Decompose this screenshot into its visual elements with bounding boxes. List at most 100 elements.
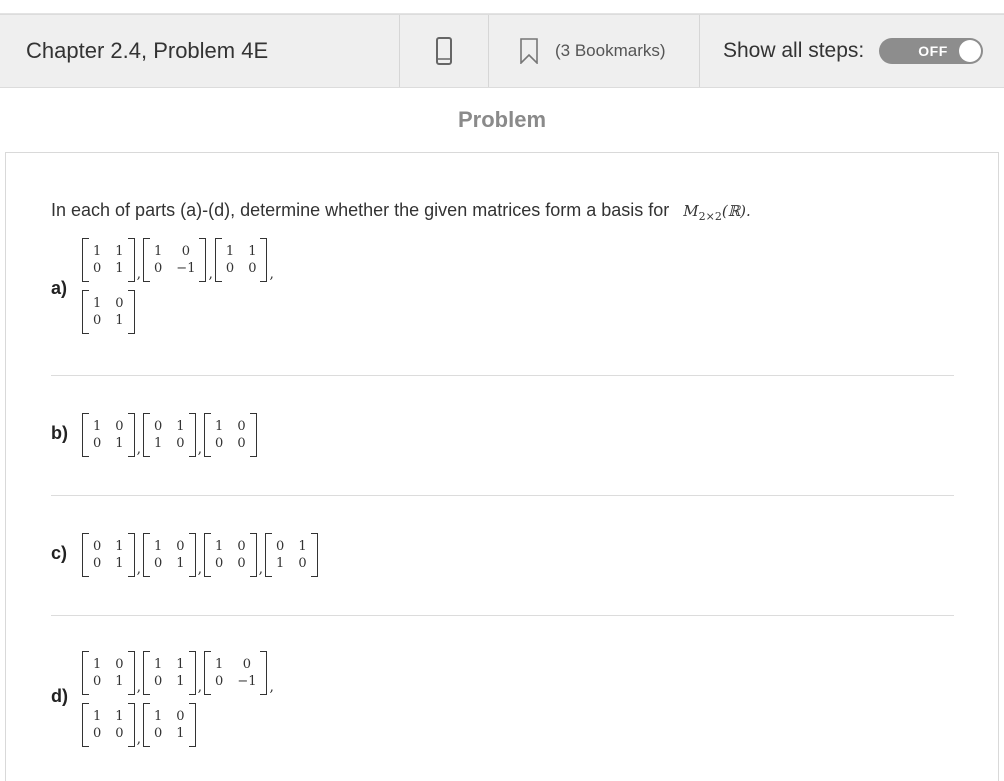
problem-intro-text: In each of parts (a)-(d), determine whet… [51, 200, 670, 220]
matrix-entry: 1 [215, 539, 224, 554]
part-label: a) [51, 278, 68, 298]
matrix-entry: 1 [115, 261, 124, 276]
space-notation: M2×2(ℝ). [683, 202, 751, 223]
bracket-right [188, 533, 196, 577]
comma: , [258, 561, 264, 577]
matrix-entry: 0 [237, 556, 246, 571]
matrix-entries: 0101 [89, 539, 128, 571]
matrix-entry: 0 [93, 556, 102, 571]
matrix: 1000 [204, 533, 257, 577]
bracket-left [82, 413, 89, 457]
matrix: 0110 [265, 533, 318, 577]
comma: , [208, 266, 213, 282]
comma: , [197, 561, 203, 577]
matrix-entry: 1 [176, 419, 185, 434]
matrix-entry: 1 [298, 539, 307, 554]
matrix-entry: 1 [115, 313, 124, 328]
mobile-phone-icon [436, 37, 452, 65]
bracket-right [249, 533, 257, 577]
matrix-entry: 1 [115, 674, 124, 689]
matrix-entry: 1 [176, 726, 185, 741]
matrix-entry: 1 [115, 244, 124, 259]
matrix-entry: 0 [215, 436, 224, 451]
matrix-entry: 0 [248, 261, 257, 276]
mobile-view-button[interactable] [400, 15, 489, 87]
comma: , [197, 679, 203, 695]
matrix-entry: 1 [154, 436, 163, 451]
matrix-entry: 0 [154, 556, 163, 571]
toggle-state-label: OFF [918, 43, 948, 59]
bracket-left [82, 238, 89, 282]
bracket-right [188, 703, 196, 747]
matrix-entry: 0 [93, 261, 102, 276]
comma: , [197, 441, 203, 457]
bracket-left [265, 533, 273, 577]
matrix-entry: 1 [93, 244, 102, 259]
matrix-entry: 1 [115, 709, 124, 724]
matrix: 1100 [214, 238, 268, 282]
matrix-entries: 0110 [272, 539, 311, 571]
matrix: 1001 [143, 703, 196, 747]
matrix-entry: 0 [93, 539, 102, 554]
matrix-entries: 1001 [89, 296, 128, 328]
part-label: c) [51, 543, 68, 563]
matrix-entries: 0110 [150, 419, 189, 451]
show-steps-toggle[interactable]: OFF [879, 38, 984, 64]
bracket-right [199, 238, 207, 282]
comma: , [136, 561, 142, 577]
bookmark-button[interactable]: (3 Bookmarks) [489, 15, 700, 87]
matrix-entries: 1001 [89, 657, 128, 689]
divider [51, 615, 954, 616]
matrix-entry: 0 [93, 436, 102, 451]
bracket-right [188, 651, 196, 695]
matrix-entries: 1101 [89, 244, 128, 276]
matrix-entry: 0 [93, 674, 102, 689]
matrix-entry: 0 [115, 419, 124, 434]
matrix-row: 1001 [82, 290, 135, 334]
matrix-entry: 1 [276, 556, 285, 571]
matrix: 0101 [82, 533, 135, 577]
matrix: 1100 [82, 703, 135, 747]
matrix: 1101 [82, 238, 135, 282]
bracket-right [127, 413, 135, 457]
matrix-entry: −1 [176, 261, 196, 276]
top-strip [0, 0, 1004, 14]
matrix: 1001 [82, 651, 135, 695]
part-label: b) [51, 423, 68, 443]
matrix-entry: 1 [93, 657, 102, 672]
matrix-entry: 0 [154, 261, 163, 276]
bracket-left [204, 533, 212, 577]
matrix-row: 1100,1001 [82, 703, 196, 747]
bracket-left [143, 413, 151, 457]
matrix-entry: 0 [93, 726, 102, 741]
show-steps-label: Show all steps: [723, 39, 865, 62]
problem-statement: In each of parts (a)-(d), determine whet… [51, 200, 751, 223]
matrix-entry: 0 [154, 674, 163, 689]
bracket-right [249, 413, 257, 457]
matrix-entry: 0 [176, 709, 185, 724]
matrix-entry: 1 [215, 419, 224, 434]
matrix-entry: 1 [154, 657, 163, 672]
matrix-entries: 1001 [150, 709, 189, 741]
matrix: 1001 [143, 533, 196, 577]
matrix-entries: 1001 [89, 419, 128, 451]
matrix-entry: 0 [237, 436, 246, 451]
comma: , [136, 266, 142, 282]
divider [51, 375, 954, 376]
bracket-right [260, 238, 268, 282]
matrix-entries: 1 0 0 −1 [150, 244, 199, 276]
matrix: 1000 [204, 413, 257, 457]
bracket-left [82, 290, 89, 334]
matrix-entry: 0 [242, 657, 252, 672]
matrix-entry: 0 [237, 539, 246, 554]
matrix: 1001 [82, 413, 135, 457]
matrix-entry: 1 [115, 436, 124, 451]
bracket-right [260, 651, 268, 695]
comma: , [136, 731, 142, 747]
comma: , [269, 266, 274, 282]
bookmark-count: (3 Bookmarks) [555, 41, 666, 60]
matrix-entry: 0 [93, 313, 102, 328]
matrix: 1101 [143, 651, 196, 695]
matrix-entry: 1 [115, 539, 124, 554]
matrix-entries: 1 0 0 −1 [211, 657, 260, 689]
